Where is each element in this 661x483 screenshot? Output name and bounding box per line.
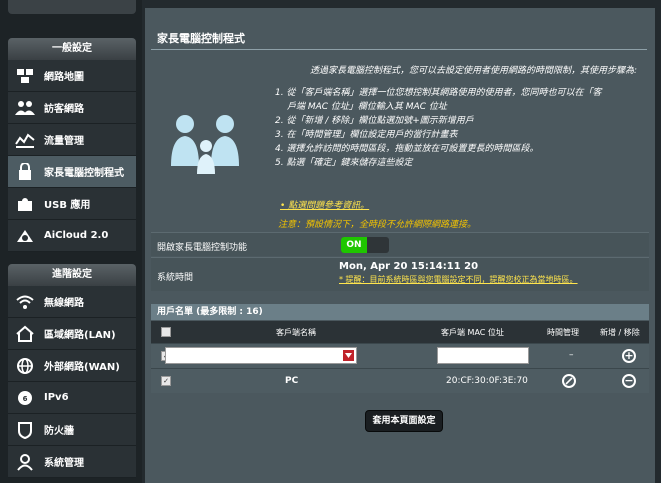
network-map-icon — [14, 65, 36, 87]
shield-icon — [14, 419, 36, 441]
sidebar-item-label: 無線網路 — [44, 298, 84, 309]
sidebar-item-ipv6[interactable]: 6 IPv6 — [8, 382, 136, 414]
client-mac-input[interactable] — [437, 347, 529, 364]
sidebar-item-wan[interactable]: 外部網路(WAN) — [8, 350, 136, 382]
system-time-label: 系統時間 — [157, 273, 194, 283]
step-line: 5. 點選「確定」鍵來儲存這些設定 — [275, 158, 413, 168]
sidebar-item-label: USB 應用 — [44, 200, 91, 211]
svg-text:6: 6 — [23, 395, 28, 403]
sidebar-item-network-map[interactable]: 網路地圖 — [8, 60, 136, 92]
ipv6-globe-icon: 6 — [14, 387, 36, 409]
client-list-header: 用戶名單 (最多限制 : 16) — [151, 304, 649, 320]
client-name-cell: PC — [285, 376, 299, 386]
table-row-new: ✓ – + — [151, 343, 649, 368]
enable-row: 開啟家長電腦控制功能 ON — [151, 232, 649, 256]
time-management-empty: – — [569, 350, 574, 360]
sidebar-item-guest-network[interactable]: 訪客網路 — [8, 92, 136, 124]
sidebar-item-label: 系統管理 — [44, 458, 84, 469]
client-mac-cell: 20:CF:30:0F:3E:70 — [446, 376, 528, 386]
cloud-icon — [14, 225, 36, 247]
lock-icon — [14, 161, 36, 183]
col-time-management: 時間管理 — [547, 328, 579, 337]
home-icon — [14, 323, 36, 345]
sidebar-section-general: 一般設定 — [8, 38, 136, 60]
enable-label: 開啟家長電腦控制功能 — [157, 243, 248, 253]
wifi-icon — [14, 291, 36, 313]
sidebar-item-label: 訪客網路 — [44, 104, 84, 115]
main-panel: 家長電腦控制程式 透過家長電腦控制程式，您可以去設定使用者使用網路的時間限制，其… — [145, 8, 655, 483]
sidebar-item-aicloud[interactable]: AiCloud 2.0 — [8, 220, 136, 252]
sidebar-item-traffic-manager[interactable]: 流量管理 — [8, 124, 136, 156]
sidebar-item-label: IPv6 — [44, 392, 69, 403]
guest-network-icon — [14, 97, 36, 119]
sidebar: 一般設定 網路地圖 訪客網路 流量管理 家長電腦控制程式 USB 應用 AiCl — [0, 0, 142, 483]
sidebar-item-label: 家長電腦控制程式 — [44, 168, 124, 179]
sidebar-item-label: AiCloud 2.0 — [44, 230, 109, 241]
default-note: 注意：預設情況下，全時段不允許網際網路連接。 — [278, 220, 477, 230]
intro-text: 透過家長電腦控制程式，您可以去設定使用者使用網路的時間限制，其使用步驟為: — [309, 66, 637, 76]
sidebar-top-item[interactable] — [8, 0, 136, 14]
select-all-checkbox[interactable] — [161, 327, 171, 337]
table-row: ✓ PC 20:CF:30:0F:3E:70 − — [151, 368, 649, 393]
remove-client-icon[interactable]: − — [622, 374, 636, 388]
globe-icon — [14, 355, 36, 377]
sidebar-item-label: 區域網路(LAN) — [44, 330, 116, 341]
sidebar-item-parental-controls[interactable]: 家長電腦控制程式 — [8, 156, 136, 188]
sidebar-item-label: 流量管理 — [44, 136, 84, 147]
admin-user-icon — [14, 451, 36, 473]
sidebar-item-wireless[interactable]: 無線網路 — [8, 286, 136, 318]
page-title: 家長電腦控制程式 — [157, 32, 245, 45]
toggle-on-label: ON — [341, 237, 367, 253]
apply-button[interactable]: 套用本頁面設定 — [365, 410, 443, 432]
step-line: 4. 選擇允許訪問的時間區段，拖動並放在可設置更長的時間區段。 — [275, 144, 539, 154]
title-divider — [151, 49, 647, 50]
step-line: 1. 從「客戶端名稱」選擇一位您想控制其網路使用的使用者，您同時也可以在「客 — [275, 88, 602, 98]
schedule-edit-icon[interactable] — [562, 374, 576, 388]
sidebar-item-label: 網路地圖 — [44, 72, 84, 83]
system-time-row: 系統時間 Mon, Apr 20 15:14:11 20 * 提醒：目前系統時區… — [151, 257, 649, 291]
step-line: 3. 在「時間管理」欄位設定用戶的當行計畫表 — [275, 130, 458, 140]
client-name-select[interactable] — [165, 347, 357, 364]
enable-toggle[interactable]: ON — [341, 237, 389, 253]
traffic-chart-icon — [14, 129, 36, 151]
client-table-columns: 客戶端名稱 客戶端 MAC 位址 時間管理 新增 / 移除 — [151, 321, 649, 343]
step-line: 戶端 MAC 位址」欄位輸入其 MAC 位址 — [287, 102, 447, 112]
sidebar-item-firewall[interactable]: 防火牆 — [8, 414, 136, 446]
sidebar-item-label: 外部網路(WAN) — [44, 362, 120, 373]
col-add-remove: 新增 / 移除 — [600, 328, 640, 337]
dropdown-arrow-icon[interactable] — [341, 348, 356, 363]
col-client-name: 客戶端名稱 — [276, 328, 316, 337]
puzzle-icon — [14, 193, 36, 215]
col-client-mac: 客戶端 MAC 位址 — [441, 328, 504, 337]
sidebar-item-lan[interactable]: 區域網路(LAN) — [8, 318, 136, 350]
sidebar-item-administration[interactable]: 系統管理 — [8, 446, 136, 478]
faq-link[interactable]: • 點選問題參考資訊。 — [280, 198, 369, 211]
system-time-value: Mon, Apr 20 15:14:11 20 — [339, 261, 479, 272]
family-illustration-icon — [163, 106, 249, 178]
step-line: 2. 從「新增 / 移除」欄位點選加號+圖示新增用戶 — [275, 116, 474, 126]
sidebar-item-usb-application[interactable]: USB 應用 — [8, 188, 136, 220]
sidebar-section-advanced: 進階設定 — [8, 264, 136, 286]
row-checkbox[interactable]: ✓ — [161, 376, 171, 386]
instruction-steps: 1. 從「客戶端名稱」選擇一位您想控制其網路使用的使用者，您同時也可以在「客 戶… — [275, 86, 645, 170]
sidebar-item-label: 防火牆 — [44, 426, 74, 437]
timezone-warning-link[interactable]: * 提醒：目前系統時區與您電腦設定不同，提醒您校正為當地時區。 — [339, 274, 578, 285]
add-client-icon[interactable]: + — [622, 349, 636, 363]
